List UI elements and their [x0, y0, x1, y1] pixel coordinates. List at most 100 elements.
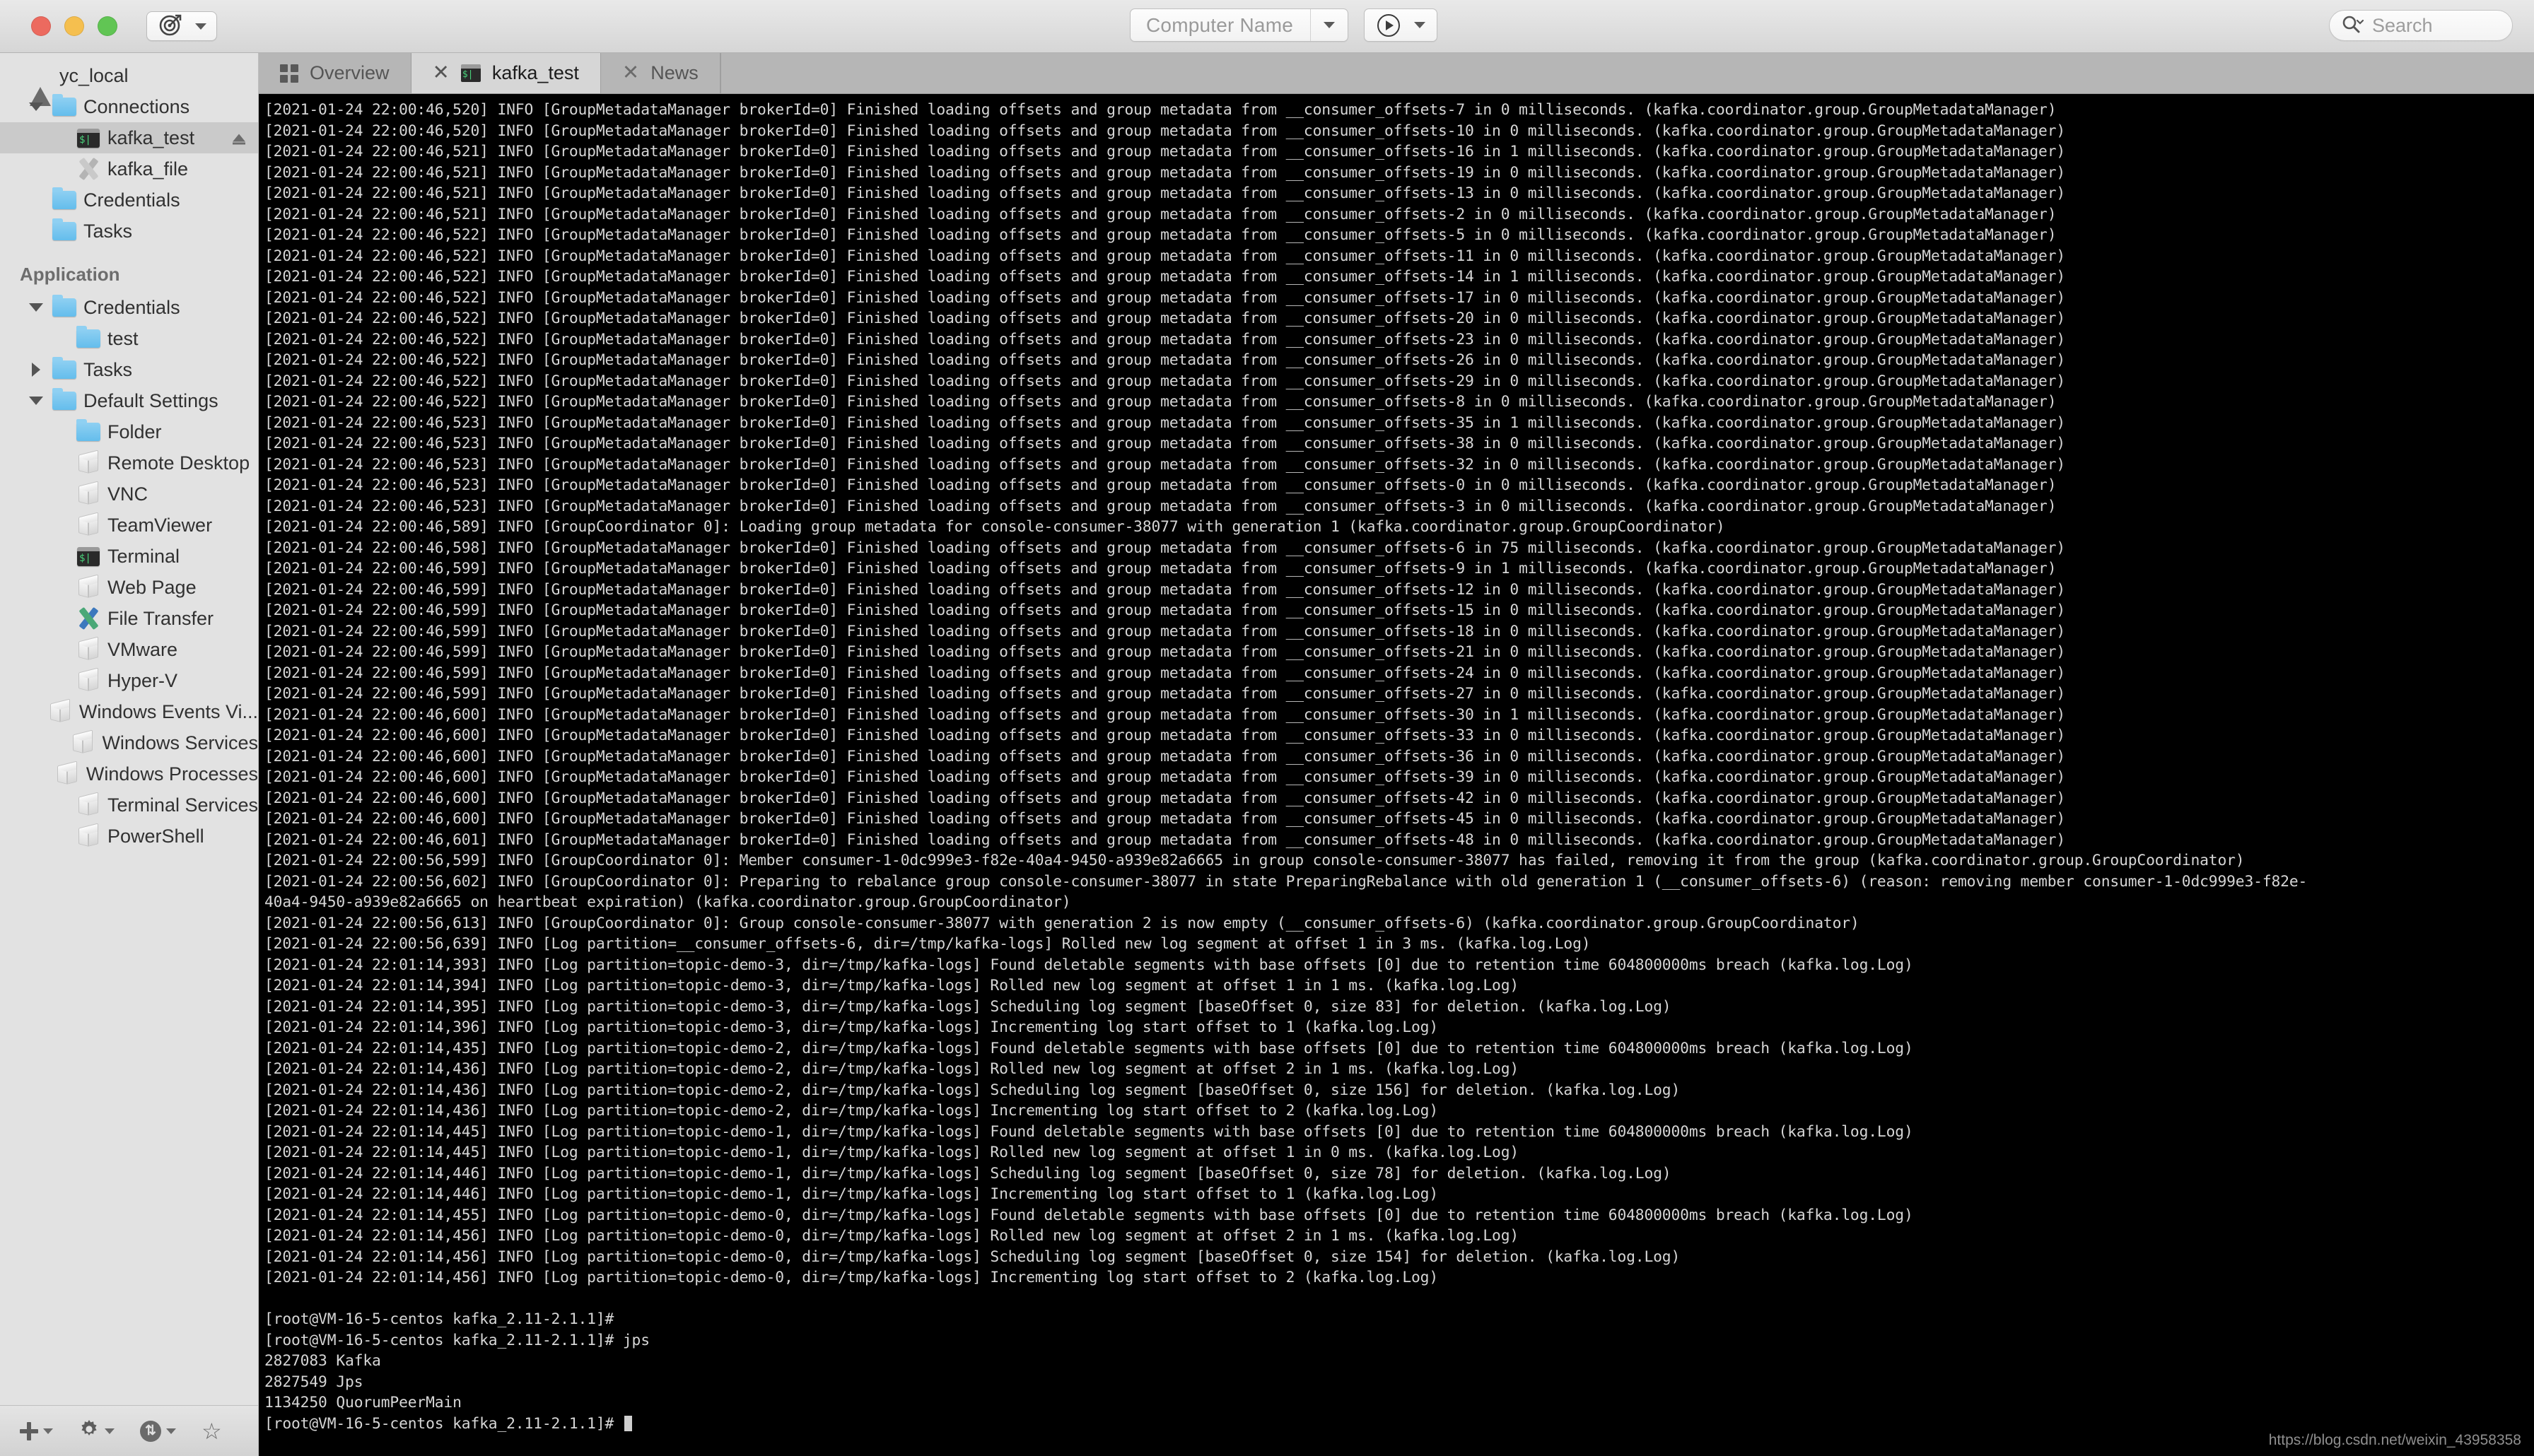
window-controls: [31, 16, 117, 36]
plus-icon: [20, 1421, 38, 1440]
sidebar-item-label: Web Page: [107, 576, 197, 598]
sidebar-item-kafka-file[interactable]: kafka_file: [0, 153, 258, 184]
sidebar-item-connections[interactable]: Connections: [0, 91, 258, 122]
tab-label: kafka_test: [491, 62, 579, 83]
package-icon: [72, 667, 105, 692]
sidebar-item-credentials[interactable]: Credentials: [0, 184, 258, 216]
main-area: Overview ✕ kafka_test ✕ News [2021-01-24 22:…: [259, 53, 2534, 1456]
warning-triangle-icon: [24, 66, 57, 106]
folder-icon: [48, 357, 81, 379]
sidebar-item-yc-local[interactable]: yc_local: [0, 60, 258, 106]
disclosure-triangle-down-icon[interactable]: [24, 102, 48, 111]
tab-bar-spacer: [720, 53, 2534, 93]
package-icon: [66, 729, 99, 754]
window-body: yc_local Connections kafka_test kafka_file C…: [0, 53, 2534, 1456]
package-icon: [51, 761, 83, 785]
sidebar-item-tasks[interactable]: Tasks: [0, 216, 258, 247]
run-connect-button[interactable]: [1364, 8, 1437, 42]
chevron-down-icon: [1324, 22, 1335, 28]
target-icon: [158, 13, 182, 40]
sidebar-item-label: Windows Events Vi...: [78, 700, 258, 722]
sidebar-item-credentials[interactable]: Credentials: [0, 292, 258, 323]
package-icon: [72, 792, 105, 816]
sidebar-item-powershell[interactable]: PowerShell: [0, 821, 258, 852]
title-bar: Computer Name Search: [0, 0, 2534, 53]
sidebar-add-button[interactable]: [20, 1421, 53, 1440]
chevron-down-icon: [166, 1428, 176, 1434]
sidebar-toolbar: ⇅ ☆: [0, 1405, 258, 1456]
sidebar-item-windows-services[interactable]: Windows Services: [0, 727, 258, 758]
terminal-icon: [460, 64, 481, 82]
computer-name-combo[interactable]: Computer Name: [1130, 8, 1348, 42]
tab-kafka-test[interactable]: ✕ kafka_test: [411, 53, 601, 93]
sidebar-item-label: Credentials: [83, 296, 180, 318]
sidebar-item-tasks[interactable]: Tasks: [0, 354, 258, 385]
tab-news[interactable]: ✕ News: [601, 53, 720, 93]
sidebar-sync-button[interactable]: ⇅: [140, 1420, 176, 1442]
search-box[interactable]: Search: [2329, 10, 2513, 41]
folder-icon: [48, 388, 81, 410]
sidebar-item-label: Remote Desktop: [107, 452, 250, 474]
sidebar-item-teamviewer[interactable]: TeamViewer: [0, 510, 258, 541]
toolbar-center-group: Computer Name: [1130, 8, 1437, 42]
xftp-icon-grey: [72, 157, 105, 181]
sidebar-settings-button[interactable]: [78, 1419, 115, 1443]
chevron-down-icon: [195, 23, 206, 30]
computer-name-dropdown-button[interactable]: [1311, 22, 1348, 28]
close-icon[interactable]: ✕: [433, 63, 450, 83]
close-window-button[interactable]: [31, 16, 51, 36]
sidebar-item-label: yc_local: [59, 64, 129, 86]
sidebar-item-label: Folder: [107, 421, 162, 442]
play-icon: [1377, 13, 1400, 37]
folder-icon: [48, 187, 81, 209]
search-input[interactable]: Search: [2372, 15, 2433, 37]
minimize-window-button[interactable]: [64, 16, 84, 36]
sidebar-item-test[interactable]: test: [0, 323, 258, 354]
star-icon: ☆: [202, 1418, 222, 1444]
disclosure-triangle-down-icon[interactable]: [24, 303, 48, 312]
disclosure-triangle-right-icon[interactable]: [24, 363, 48, 377]
sidebar-item-terminal[interactable]: Terminal: [0, 541, 258, 572]
sidebar-item-terminal-services[interactable]: Terminal Services: [0, 789, 258, 821]
sidebar-item-vmware[interactable]: VMware: [0, 634, 258, 665]
sidebar-item-vnc[interactable]: VNC: [0, 479, 258, 510]
package-icon: [72, 636, 105, 661]
terminal-console[interactable]: [2021-01-24 22:00:46,520] INFO [GroupMet…: [259, 94, 2534, 1456]
tab-overview[interactable]: Overview: [259, 53, 411, 93]
sidebar-item-folder[interactable]: Folder: [0, 416, 258, 447]
terminal-icon: [72, 128, 105, 148]
sidebar-item-kafka-test[interactable]: kafka_test: [0, 122, 258, 153]
sidebar-favorites-button[interactable]: ☆: [202, 1420, 222, 1443]
chevron-down-icon: [1414, 22, 1425, 28]
sidebar-item-label: Terminal Services: [107, 794, 258, 816]
eject-icon[interactable]: [233, 134, 245, 145]
sidebar-item-label: PowerShell: [107, 825, 204, 847]
xftp-icon: [72, 606, 105, 630]
sidebar-item-windows-processes[interactable]: Windows Processes: [0, 758, 258, 789]
zoom-window-button[interactable]: [98, 16, 117, 36]
folder-icon: [48, 295, 81, 317]
nn-sync-icon: ⇅: [140, 1420, 161, 1442]
tab-label: News: [650, 62, 699, 83]
sidebar-item-file-transfer[interactable]: File Transfer: [0, 603, 258, 634]
sidebar-item-label: VNC: [107, 483, 148, 505]
close-icon[interactable]: ✕: [622, 63, 639, 83]
disclosure-triangle-down-icon[interactable]: [24, 397, 48, 405]
sidebar-item-hyper-v[interactable]: Hyper-V: [0, 665, 258, 696]
sidebar-item-windows-events-vi[interactable]: Windows Events Vi...: [0, 696, 258, 727]
sidebar-item-web-page[interactable]: Web Page: [0, 572, 258, 603]
sidebar-tree[interactable]: yc_local Connections kafka_test kafka_file C…: [0, 53, 258, 1405]
sidebar: yc_local Connections kafka_test kafka_file C…: [0, 53, 259, 1456]
computer-name-input[interactable]: Computer Name: [1131, 9, 1311, 41]
tab-bar[interactable]: Overview ✕ kafka_test ✕ News: [259, 53, 2534, 94]
sidebar-item-label: File Transfer: [107, 607, 214, 629]
sidebar-item-label: Tasks: [83, 220, 133, 242]
folder-icon: [72, 419, 105, 441]
sidebar-item-default-settings[interactable]: Default Settings: [0, 385, 258, 416]
sidebar-item-label: Terminal: [107, 545, 180, 567]
sidebar-item-label: Connections: [83, 95, 190, 117]
sidebar-item-remote-desktop[interactable]: Remote Desktop: [0, 447, 258, 479]
sidebar-item-label: test: [107, 327, 139, 349]
package-icon: [72, 481, 105, 505]
target-connect-button[interactable]: [146, 11, 217, 41]
